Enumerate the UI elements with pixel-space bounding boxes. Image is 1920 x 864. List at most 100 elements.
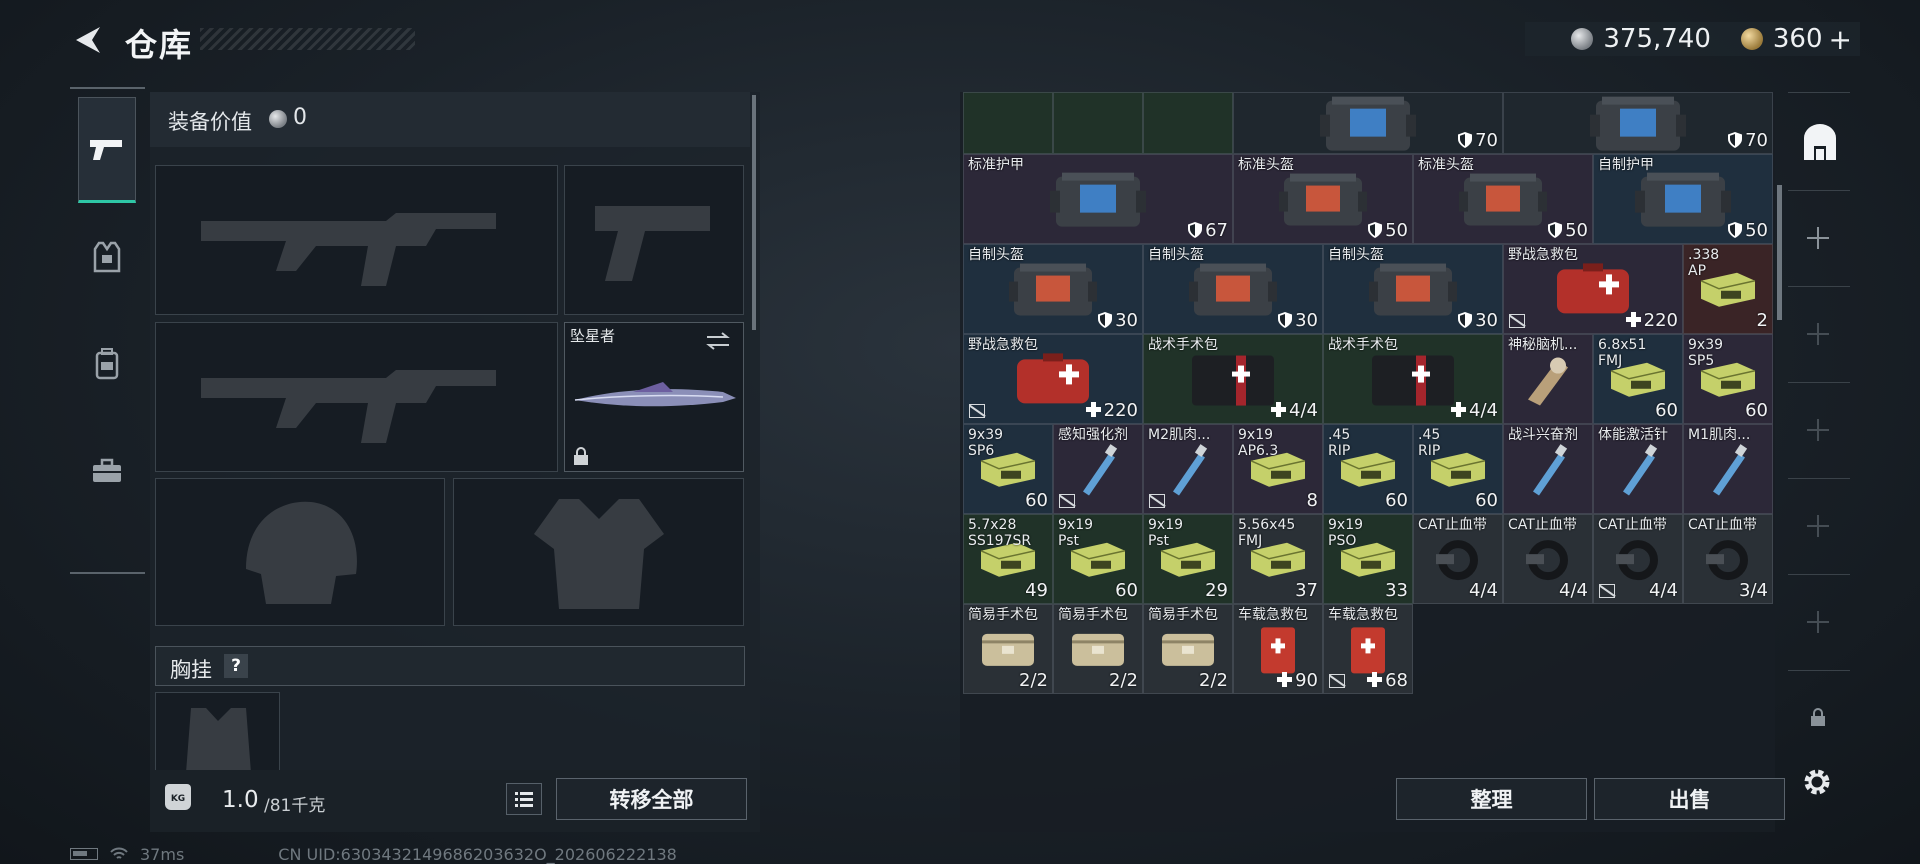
inventory-item[interactable]: CAT止血带 4/4	[1503, 514, 1593, 604]
warehouse-icon[interactable]	[1800, 124, 1840, 164]
inventory-item[interactable]: 野战急救包 220	[963, 334, 1143, 424]
rifle-silhouette-icon	[201, 213, 496, 286]
item-name: 标准头盔	[1238, 157, 1294, 173]
tab-weapons[interactable]	[78, 97, 136, 203]
armor-icon	[1318, 93, 1418, 153]
storage-scrollbar[interactable]	[1777, 185, 1782, 320]
inventory-item[interactable]: 简易手术包 2/2	[1143, 604, 1233, 694]
healing-icon	[1277, 672, 1293, 687]
inventory-item[interactable]: 体能激活针	[1593, 424, 1683, 514]
inventory-item[interactable]: 5.7x28 SS197SR 49	[963, 514, 1053, 604]
equipment-scrollbar[interactable]	[752, 95, 756, 330]
inventory-item[interactable]: CAT止血带 3/4	[1683, 514, 1773, 604]
helmet-icon	[1278, 170, 1368, 234]
tab-backpack[interactable]	[78, 311, 136, 417]
inventory-item[interactable]: 70	[1233, 92, 1503, 154]
transfer-all-button[interactable]: 转移全部	[556, 778, 747, 820]
item-count: 2/2	[1109, 670, 1138, 691]
inventory-item[interactable]: CAT止血带 4/4	[1413, 514, 1503, 604]
item-name: M2肌肉...	[1148, 427, 1211, 443]
item-count: 2	[1756, 310, 1768, 331]
tab-armor[interactable]	[78, 204, 136, 310]
item-name: 车载急救包	[1238, 607, 1308, 623]
inventory-item[interactable]: 自制头盔 30	[1323, 244, 1503, 334]
helmet-silhouette-icon	[246, 501, 357, 604]
inventory-item[interactable]: 车载急救包 68	[1323, 604, 1413, 694]
inventory-item[interactable]: 标准头盔 50	[1233, 154, 1413, 244]
inventory-item[interactable]: 标准护甲 67	[963, 154, 1233, 244]
list-view-button[interactable]	[506, 783, 542, 815]
wifi-icon	[110, 847, 128, 859]
no-entry-icon	[1329, 674, 1345, 688]
inventory-item[interactable]: 9x19 PSO 33	[1323, 514, 1413, 604]
inventory-item[interactable]: M1肌肉...	[1683, 424, 1773, 514]
add-storage-page-button[interactable]	[1807, 227, 1829, 249]
help-button[interactable]: ?	[224, 654, 248, 678]
settings-button[interactable]	[1800, 765, 1834, 799]
add-storage-page-button[interactable]	[1807, 323, 1829, 345]
inventory-item[interactable]: 野战急救包 220	[1503, 244, 1683, 334]
sidearm-slot[interactable]	[564, 165, 744, 315]
add-storage-page-button[interactable]	[1807, 419, 1829, 441]
add-storage-page-button[interactable]	[1807, 515, 1829, 537]
item-name: 野战急救包	[1508, 247, 1578, 263]
back-button[interactable]	[70, 22, 106, 58]
injector-icon	[1703, 440, 1753, 504]
add-currency-button[interactable]: +	[1829, 23, 1852, 56]
item-name: 标准头盔	[1418, 157, 1474, 173]
inventory-item[interactable]: 标准头盔 50	[1413, 154, 1593, 244]
inventory-item[interactable]: 9x19 Pst 29	[1143, 514, 1233, 604]
inventory-item[interactable]	[1143, 92, 1233, 154]
inventory-item[interactable]: 自制头盔 30	[1143, 244, 1323, 334]
item-count: 67	[1188, 220, 1228, 241]
primary-weapon-slot[interactable]	[155, 165, 558, 315]
body-armor-slot[interactable]	[453, 478, 744, 626]
helmet-slot[interactable]	[155, 478, 445, 626]
inventory-item[interactable]: 战术手术包 4/4	[1143, 334, 1323, 424]
tab-case[interactable]	[78, 418, 136, 524]
inventory-item[interactable]: 9x19 AP6.3 8	[1233, 424, 1323, 514]
healing-icon	[1625, 312, 1641, 327]
healing-icon	[1367, 672, 1383, 687]
inventory-item[interactable]: 自制头盔 30	[963, 244, 1143, 334]
inventory-item[interactable]: M2肌肉...	[1143, 424, 1233, 514]
inventory-item[interactable]: 简易手术包 2/2	[963, 604, 1053, 694]
inventory-item[interactable]: .45 RIP 60	[1323, 424, 1413, 514]
inventory-item[interactable]: CAT止血带 4/4	[1593, 514, 1683, 604]
inventory-item[interactable]: 简易手术包 2/2	[1053, 604, 1143, 694]
inventory-item[interactable]: 战斗兴奋剂	[1503, 424, 1593, 514]
inventory-item[interactable]: 感知强化剂	[1053, 424, 1143, 514]
item-name: 9x19 Pst	[1058, 517, 1094, 549]
item-count: 70	[1458, 130, 1498, 151]
inventory-item[interactable]: 9x19 Pst 60	[1053, 514, 1143, 604]
item-count: 8	[1306, 490, 1318, 511]
inventory-item[interactable]: .45 RIP 60	[1413, 424, 1503, 514]
inventory-item[interactable]: 70	[1503, 92, 1773, 154]
item-name: CAT止血带	[1688, 517, 1757, 533]
inventory-item[interactable]: 9x39 SP6 60	[963, 424, 1053, 514]
item-name: 自制护甲	[1598, 157, 1654, 173]
inventory-item[interactable]: 6.8x51 FMJ 60	[1593, 334, 1683, 424]
sort-button[interactable]: 整理	[1396, 778, 1587, 820]
chest-rig-slot[interactable]	[155, 692, 280, 773]
inventory-item[interactable]: 神秘脑机...	[1503, 334, 1593, 424]
gold-amount: 360	[1772, 24, 1823, 54]
add-storage-page-button[interactable]	[1807, 611, 1829, 633]
swap-icon[interactable]	[705, 331, 731, 351]
secondary-weapon-slot[interactable]	[155, 322, 558, 472]
inventory-item[interactable]: 战术手术包 4/4	[1323, 334, 1503, 424]
armor-icon	[1048, 169, 1148, 235]
inventory-item[interactable]: .338 AP 2	[1683, 244, 1773, 334]
inventory-item[interactable]	[963, 92, 1053, 154]
inventory-item[interactable]: 5.56x45 FMJ 37	[1233, 514, 1323, 604]
brain-chip-icon	[1518, 350, 1578, 414]
inventory-item[interactable]: 自制护甲 50	[1593, 154, 1773, 244]
gear-icon	[1804, 769, 1830, 795]
sell-button[interactable]: 出售	[1594, 778, 1785, 820]
inventory-item[interactable]: 9x39 SP5 60	[1683, 334, 1773, 424]
item-name: 战斗兴奋剂	[1508, 427, 1578, 443]
armor-icon	[1633, 169, 1733, 235]
item-name: 简易手术包	[1058, 607, 1128, 623]
inventory-item[interactable]	[1053, 92, 1143, 154]
inventory-item[interactable]: 车载急救包 90	[1233, 604, 1323, 694]
